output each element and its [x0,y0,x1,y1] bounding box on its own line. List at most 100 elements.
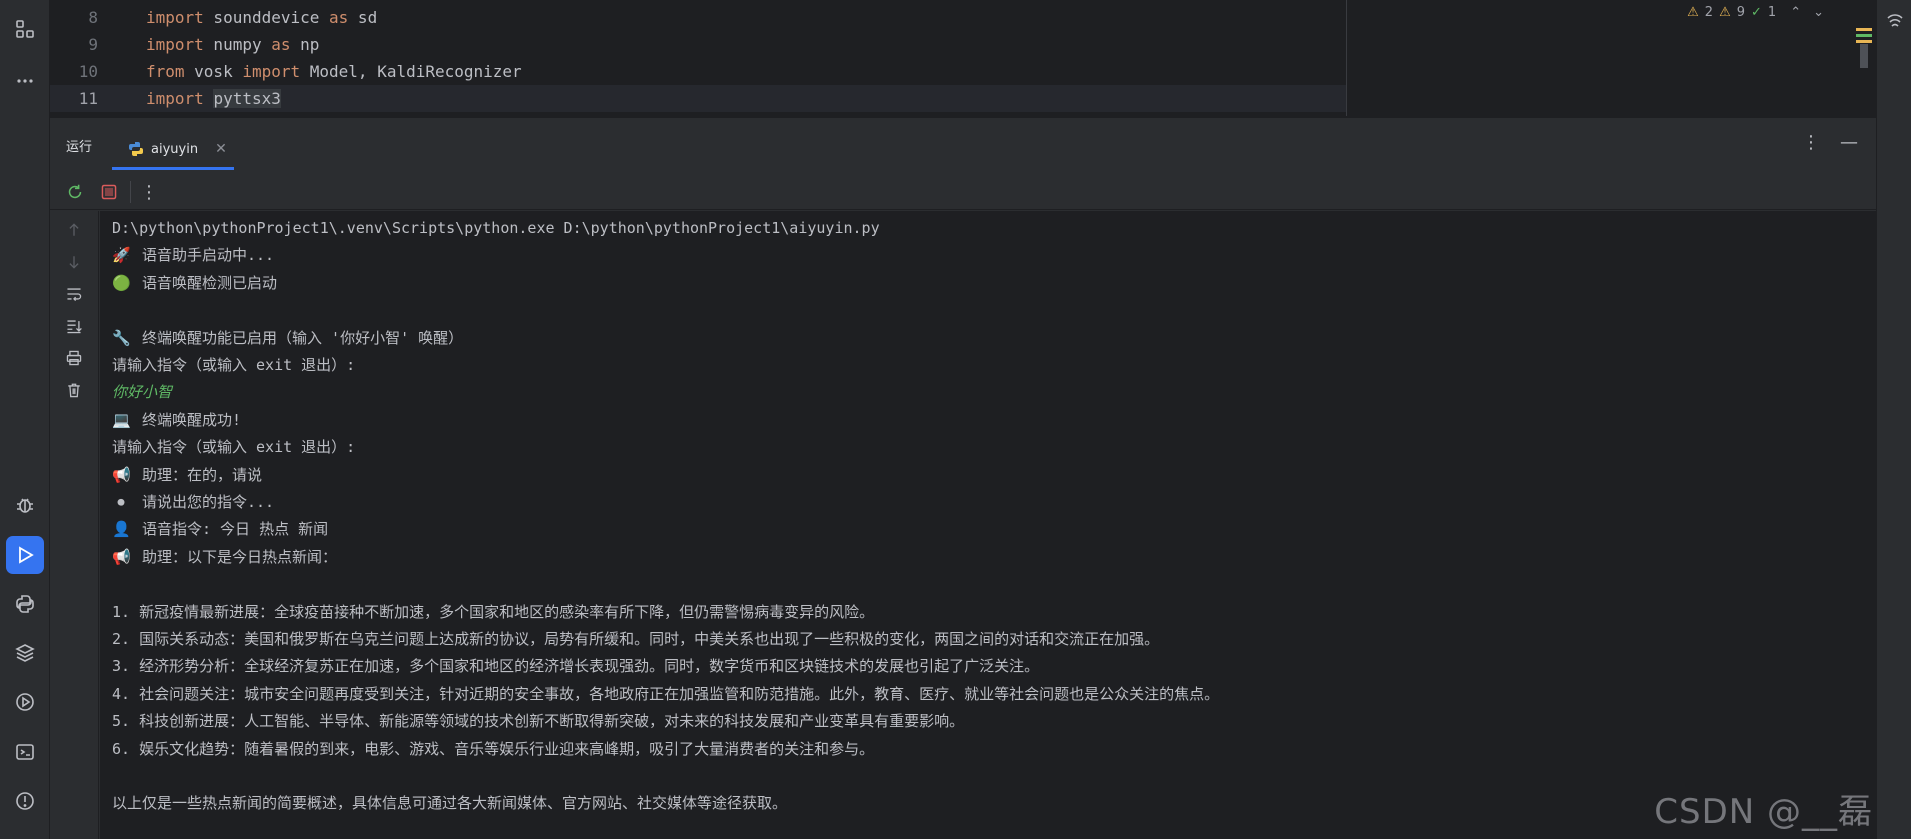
console-line-text: 6. 娱乐文化趋势：随着暑假的到来，电影、游戏、音乐等娱乐行业迎来高峰期，吸引了… [112,739,875,758]
tool-window-header: 运行 aiyuyin ✕ ⋮ — [50,118,1876,170]
line-number: 10 [78,62,98,81]
watermark: CSDN @__磊 [1654,792,1873,832]
more-tools-icon[interactable] [6,62,44,100]
run-icon[interactable] [6,536,44,574]
active-tab-indicator [112,167,234,170]
warnings-count-a: 2 [1704,4,1714,20]
python-console-icon[interactable] [6,585,44,623]
console-input-line: 你好小智 [112,379,172,406]
rerun-button[interactable] [64,181,86,203]
code-line[interactable]: 10 from vosk import Model, KaldiRecognize… [50,58,1350,85]
inspection-widget[interactable]: ⚠ 2 ⚠ 9 ✓ 1 ⌃ ⌄ [1687,0,1824,24]
stop-button[interactable] [98,181,120,203]
console-line-text: 语音助手启动中... [142,246,275,265]
console-line: 6. 娱乐文化趋势：随着暑假的到来，电影、游戏、音乐等娱乐行业迎来高峰期，吸引了… [112,736,874,763]
code-token: Model, KaldiRecognizer [300,62,522,81]
console-line-text: 终端唤醒功能已启用（输入 '你好小智' 唤醒） [142,328,464,347]
structure-icon[interactable] [6,10,44,48]
line-number: 11 [78,89,98,108]
weak-warning-icon: ⚠ [1719,4,1731,20]
ok-count: 1 [1767,4,1777,20]
editor-scroll-markers[interactable] [1856,26,1872,70]
console-line-text: 请输入指令（或输入 exit 退出）: [112,438,356,457]
console-line: 👤 语音指令: 今日 热点 新闻 [112,516,328,543]
scroll-up-icon[interactable] [63,219,85,241]
code-token: np [290,35,320,54]
chevron-up-icon[interactable]: ⌃ [1790,5,1801,20]
soft-wrap-icon[interactable] [63,283,85,305]
terminal-icon[interactable] [6,733,44,771]
close-icon[interactable]: ✕ [215,141,227,157]
code-editor[interactable]: 8 import sounddevice as sd 9 import numpy a… [50,0,1876,116]
keyword-token: as [329,8,349,27]
code-text: from vosk import Model, KaldiRecognizer [146,58,522,85]
console-line-text: 5. 科技创新进展：人工智能、半导体、新能源等领域的技术创新不断取得新突破，对未… [112,712,965,731]
console-line: 🚀 语音助手启动中... [112,242,274,269]
scroll-to-end-icon[interactable] [63,315,85,337]
console-line-text: 以上仅是一些热点新闻的简要概述，具体信息可通过各大新闻媒体、官方网站、社交媒体等… [112,794,788,813]
console-emoji-icon: 👤 [112,520,131,539]
console-line-text: 终端唤醒成功! [142,410,242,429]
console-line-text: 2. 国际关系动态：美国和俄罗斯在乌克兰问题上达成新的协议，局势有所缓和。同时，… [112,630,1160,648]
console-line-text: D:\python\pythonProject1\.venv\Scripts\p… [112,219,880,237]
services-icon[interactable] [6,683,44,721]
keyword-token: as [271,35,291,54]
debug-icon[interactable] [6,486,44,524]
tab-aiyuyin[interactable]: aiyuyin ✕ [112,130,234,168]
run-tool-window: 运行 aiyuyin ✕ ⋮ — ⋮ D:\python\pythonProje… [50,117,1876,839]
layers-icon[interactable] [6,634,44,672]
problems-icon[interactable] [6,782,44,820]
python-file-icon [129,142,143,156]
console-line-text: 请说出您的指令... [142,493,275,511]
stop-icon [101,184,117,200]
console-line-text: 4. 社会问题关注：城市安全问题再度受到关注，针对近期的安全事故，各地政府正在加… [112,684,1220,703]
console-line: 请输入指令（或输入 exit 退出）: [112,352,355,379]
console-line: 1. 新冠疫情最新进展：全球疫苗接种不断加速，多个国家和地区的感染率有所下降，但… [112,599,874,626]
keyword-token: from [146,62,185,81]
code-token: sd [348,8,378,27]
code-token: pyttsx3 [213,89,281,108]
code-line[interactable]: 9 import numpy as np [50,31,1350,58]
right-margin-guide [1346,0,1347,116]
console-side-toolbar [50,211,99,839]
console-output[interactable]: D:\python\pythonProject1\.venv\Scripts\p… [100,211,1876,839]
console-line: 💻 终端唤醒成功! [112,407,241,434]
scroll-down-icon[interactable] [63,251,85,273]
toolbar-separator [130,181,131,203]
console-line: 🔧 终端唤醒功能已启用（输入 '你好小智' 唤醒） [112,325,463,352]
line-number: 9 [88,35,98,54]
right-tool-strip [1876,0,1911,839]
console-line: 🟢 语音唤醒检测已启动 [112,270,277,297]
console-line-text: 语音指令: 今日 热点 新闻 [142,520,329,539]
more-actions-icon[interactable]: ⋮ [138,181,160,203]
keyword-token: import [146,35,204,54]
code-line[interactable]: 8 import sounddevice as sd [50,4,1350,31]
console-line-text: 3. 经济形势分析：全球经济复苏正在加速，多个国家和地区的经济增长表现强劲。同时… [112,657,1040,676]
ai-assistant-icon[interactable] [1884,10,1906,32]
console-line: 5. 科技创新进展：人工智能、半导体、新能源等领域的技术创新不断取得新突破，对未… [112,708,964,735]
console-emoji-icon: ⏺ [117,493,125,511]
code-text: import numpy as np [146,31,319,58]
options-menu-icon[interactable]: ⋮ [1802,132,1820,153]
code-token: vosk [184,62,243,81]
console-line-text: 助理：在的，请说 [142,465,263,484]
keyword-token: import [146,8,204,27]
tool-window-title: 运行 [66,140,93,155]
code-line[interactable]: 11 import pyttsx3 [50,85,1346,112]
console-line: 4. 社会问题关注：城市安全问题再度受到关注，针对近期的安全事故，各地政府正在加… [112,681,1219,708]
chevron-down-icon[interactable]: ⌄ [1813,5,1824,20]
console-line: 以上仅是一些热点新闻的简要概述，具体信息可通过各大新闻媒体、官方网站、社交媒体等… [112,790,787,817]
hide-icon[interactable]: — [1840,132,1858,153]
console-emoji-icon: 📢 [112,465,131,484]
console-line: 请输入指令（或输入 exit 退出）: [112,434,355,461]
code-token: numpy [203,35,272,54]
console-line-text: 1. 新冠疫情最新进展：全球疫苗接种不断加速，多个国家和地区的感染率有所下降，但… [112,602,875,621]
console-line: 📢 助理：在的，请说 [112,462,262,489]
warning-icon: ⚠ [1687,4,1699,20]
code-text: import sounddevice as sd [146,4,377,31]
print-icon[interactable] [63,347,85,369]
trash-icon[interactable] [63,379,85,401]
console-line: 3. 经济形势分析：全球经济复苏正在加速，多个国家和地区的经济增长表现强劲。同时… [112,653,1039,680]
code-text: import pyttsx3 [146,85,281,112]
console-emoji-icon: 🚀 [112,246,131,265]
